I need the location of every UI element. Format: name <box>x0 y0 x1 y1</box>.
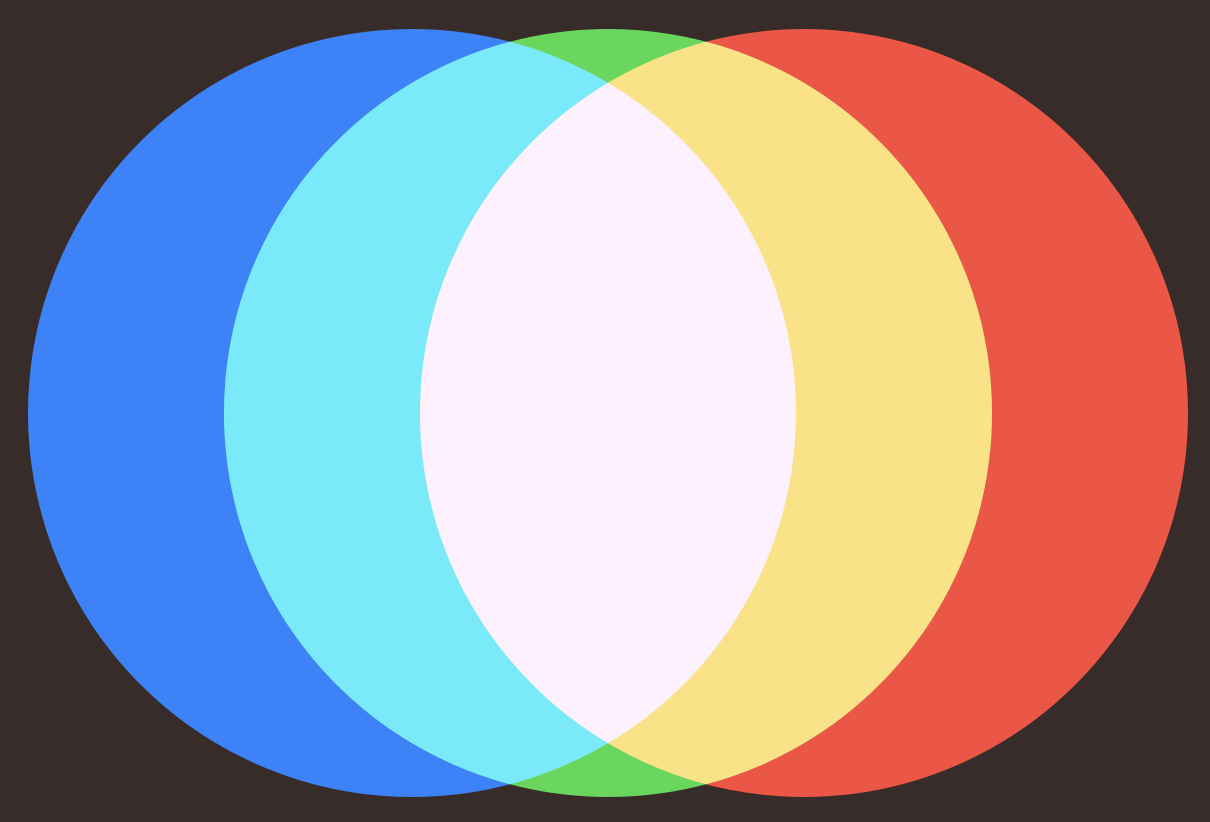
venn-diagram <box>0 0 1210 822</box>
